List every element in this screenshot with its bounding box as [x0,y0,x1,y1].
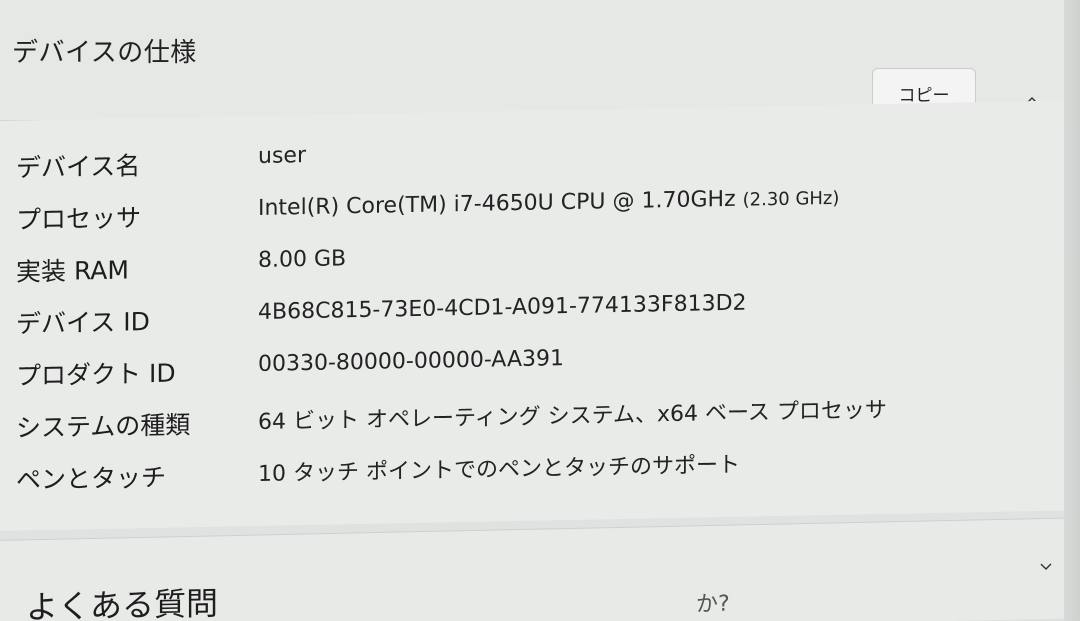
spec-label: プロセッサ [16,203,142,235]
spec-label: プロダクト ID [16,358,176,391]
spec-label: デバイス ID [16,307,150,339]
device-spec-list: デバイス名 user プロセッサ Intel(R) Core(TM) i7-46… [0,100,1064,532]
spec-value: 10 タッチ ポイントでのペンとタッチのサポート [258,452,740,487]
device-spec-title: デバイスの仕様 [12,38,197,68]
faq-section[interactable]: よくある質問 か? [0,517,1064,621]
chevron-down-icon[interactable] [1038,559,1054,575]
settings-window: デバイスの仕様 コピー デバイス名 user プロセッサ Intel(R) Co… [0,0,1080,621]
spec-value: 8.00 GB [258,246,347,273]
faq-title: よくある質問 [26,584,219,621]
spec-label: 実装 RAM [16,255,129,287]
processor-boost: (2.30 GHz) [742,187,840,211]
spec-label: ペンとタッチ [16,462,167,495]
spec-value: 00330-80000-00000-AA391 [258,346,564,377]
spec-value: user [258,143,306,169]
faq-partial-text: か? [696,591,730,618]
window-edge [1064,0,1080,621]
spec-label: デバイス名 [16,151,141,183]
spec-label: システムの種類 [16,410,191,443]
